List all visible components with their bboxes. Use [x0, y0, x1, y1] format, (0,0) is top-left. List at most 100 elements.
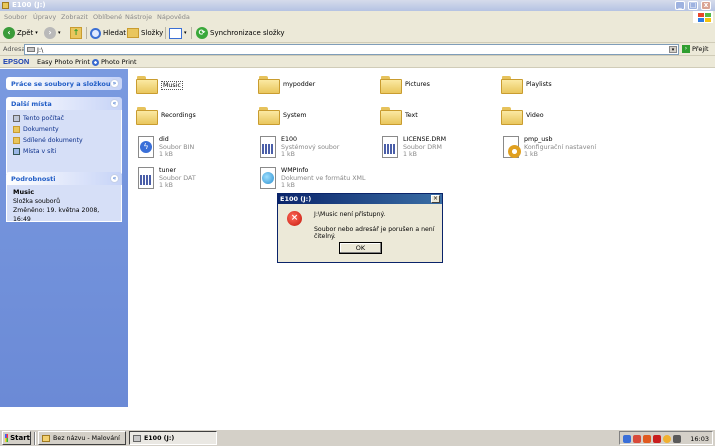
folder-name: mypodder: [283, 81, 316, 88]
taskbar-item-paint[interactable]: Bez názvu - Malování: [38, 431, 126, 445]
taskbar-item-label: Bez názvu - Malování: [53, 434, 120, 442]
address-input[interactable]: J:\ ▾: [24, 44, 679, 55]
sync-folder-button[interactable]: ⟳ Synchronizace složky: [196, 26, 285, 40]
collapse-chevron-icon[interactable]: «: [110, 99, 119, 108]
ok-button[interactable]: OK: [339, 242, 382, 254]
folder-icon: [501, 107, 523, 125]
folder-item[interactable]: Pictures: [380, 76, 430, 94]
back-dropdown-icon[interactable]: ▾: [35, 30, 38, 36]
file-item[interactable]: tuner Soubor DAT 1 kB: [136, 167, 196, 193]
folder-item[interactable]: Recordings: [136, 107, 196, 125]
volume-tray-icon[interactable]: [673, 435, 681, 443]
toolbar-separator: [86, 27, 87, 39]
security-tray-icon[interactable]: [633, 435, 641, 443]
folder-window-icon: [2, 2, 9, 9]
up-folder-button[interactable]: ↑: [70, 26, 82, 40]
windows-logo-icon: [693, 11, 713, 23]
photo-print-button[interactable]: Photo Print: [92, 58, 137, 66]
places-header[interactable]: Další místa «: [6, 97, 122, 110]
antivirus-tray-icon[interactable]: [643, 435, 651, 443]
search-label: Hledat: [103, 29, 126, 37]
dialog-close-button[interactable]: ×: [431, 195, 440, 203]
menu-tools[interactable]: Nástroje: [125, 13, 152, 21]
address-dropdown-icon[interactable]: ▾: [669, 46, 677, 53]
folder-item[interactable]: Playlists: [501, 76, 552, 94]
system-tray: 16:03: [619, 431, 713, 445]
forward-dropdown-icon[interactable]: ▾: [58, 30, 61, 36]
documents-folder-icon: [13, 126, 20, 133]
file-item[interactable]: ϟ did Soubor BIN 1 kB: [136, 136, 194, 162]
start-button[interactable]: Start: [2, 431, 31, 445]
go-button[interactable]: › Přejít: [682, 45, 709, 53]
forward-button[interactable]: › ▾: [44, 26, 61, 40]
dialog-title-bar[interactable]: E100 (J:) ×: [278, 194, 442, 204]
drive-icon: [27, 47, 35, 52]
clock[interactable]: 16:03: [690, 435, 709, 443]
taskbar-item-explorer[interactable]: E100 (J:): [129, 431, 217, 445]
sync-label: Synchronizace složky: [210, 29, 285, 37]
place-my-computer[interactable]: Tento počítač: [13, 113, 115, 124]
error-dialog: E100 (J:) × × J:\Music není přístupný. S…: [277, 193, 443, 263]
maximize-button[interactable]: □: [688, 1, 698, 10]
shield-tray-icon[interactable]: [653, 435, 661, 443]
file-item[interactable]: pmp_usb Konfigurační nastavení 1 kB: [501, 136, 596, 162]
easy-photo-print-button[interactable]: Easy Photo Print ▾: [37, 58, 95, 66]
dialog-message-line2: Soubor nebo adresář je porušen a není či…: [314, 226, 435, 240]
search-button[interactable]: Hledat: [90, 26, 126, 40]
folder-item[interactable]: System: [258, 107, 306, 125]
folder-item[interactable]: Music: [136, 76, 183, 94]
shared-folder-icon: [13, 137, 20, 144]
easy-photo-print-label: Easy Photo Print: [37, 58, 90, 66]
folder-item[interactable]: mypodder: [258, 76, 316, 94]
place-documents[interactable]: Dokumenty: [13, 124, 115, 135]
menu-file[interactable]: Soubor: [4, 13, 27, 21]
file-item[interactable]: E100 Systémový soubor 1 kB: [258, 136, 339, 162]
photo-print-label: Photo Print: [101, 58, 137, 66]
collapse-chevron-icon[interactable]: «: [110, 174, 119, 183]
forward-arrow-icon: ›: [44, 27, 56, 39]
error-icon: ×: [287, 211, 302, 226]
folder-icon: [136, 76, 158, 94]
network-tray-icon[interactable]: [623, 435, 631, 443]
details-type: Složka souborů: [13, 198, 61, 205]
close-button[interactable]: x: [701, 1, 711, 10]
file-name: tuner: [159, 167, 176, 174]
messenger-tray-icon[interactable]: [663, 435, 671, 443]
back-label: Zpět: [17, 29, 34, 37]
address-label: Adresa: [3, 45, 26, 53]
folder-icon: [380, 107, 402, 125]
toolbar: ‹ Zpět ▾ › ▾ ↑ Hledat Složky ▾ ⟳ Synchro…: [0, 23, 715, 43]
tasks-header[interactable]: Práce se soubory a složkou »: [6, 77, 122, 90]
folders-button[interactable]: Složky: [127, 26, 163, 40]
window-title-bar[interactable]: E100 (J:) _ □ x: [0, 0, 715, 11]
place-network[interactable]: Místa v síti: [13, 146, 115, 157]
back-button[interactable]: ‹ Zpět ▾: [3, 26, 38, 40]
file-item[interactable]: WMPInfo Dokument ve formátu XML 1 kB: [258, 167, 365, 193]
file-size: 1 kB: [159, 182, 173, 189]
file-name: LICENSE.DRM: [403, 136, 447, 143]
menu-help[interactable]: Nápověda: [157, 13, 190, 21]
config-file-icon: [501, 136, 521, 162]
drive-icon: [133, 434, 141, 442]
file-size: 1 kB: [524, 151, 538, 158]
menu-view[interactable]: Zobrazit: [61, 13, 88, 21]
views-button[interactable]: ▾: [169, 26, 187, 40]
toolbar-separator: [191, 27, 192, 39]
minimize-button[interactable]: _: [675, 1, 685, 10]
folder-name: Music: [161, 81, 183, 90]
menu-edit[interactable]: Úpravy: [33, 13, 56, 21]
folder-item[interactable]: Text: [380, 107, 418, 125]
address-value: J:\: [37, 46, 44, 54]
file-item[interactable]: LICENSE.DRM Soubor DRM 1 kB: [380, 136, 446, 162]
details-name: Music: [13, 188, 35, 196]
system-file-icon: [258, 136, 278, 162]
expand-chevron-icon[interactable]: »: [110, 79, 119, 88]
details-header[interactable]: Podrobnosti «: [6, 172, 122, 185]
place-label: Sdílené dokumenty: [23, 137, 83, 144]
window-title: E100 (J:): [12, 1, 46, 9]
places-title: Další místa: [11, 100, 52, 108]
menu-favorites[interactable]: Oblíbené: [93, 13, 122, 21]
place-shared-documents[interactable]: Sdílené dokumenty: [13, 135, 115, 146]
folder-item[interactable]: Video: [501, 107, 544, 125]
file-name: pmp_usb: [524, 136, 553, 143]
